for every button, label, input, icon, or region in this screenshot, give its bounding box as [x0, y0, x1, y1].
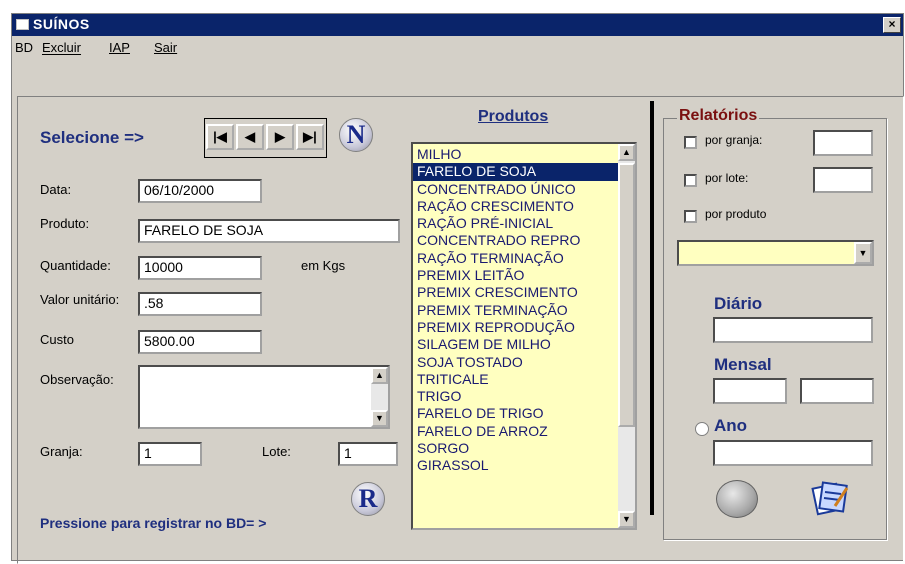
produtos-list[interactable]: MILHO FARELO DE SOJA CONCENTRADO ÚNICO RAÇÃ…: [411, 142, 637, 530]
list-item[interactable]: RAÇÃO PRÉ-INICIAL: [413, 215, 618, 232]
mensal-month-field[interactable]: [713, 378, 787, 404]
mensal-label: Mensal: [714, 355, 772, 374]
list-item[interactable]: SORGO: [413, 440, 618, 457]
data-label: Data:: [40, 182, 72, 197]
menu-excluir[interactable]: Excluir: [42, 40, 81, 55]
register-button[interactable]: R: [351, 482, 385, 516]
relatorios-title: Relatórios: [677, 107, 760, 125]
list-item[interactable]: PREMIX TERMINAÇÃO: [413, 302, 618, 319]
next-record-button[interactable]: ▶: [266, 124, 294, 150]
diario-field[interactable]: [713, 317, 873, 343]
chevron-down-icon[interactable]: ▼: [854, 242, 872, 264]
list-item[interactable]: TRITICALE: [413, 371, 618, 388]
mensal-year-field[interactable]: [800, 378, 874, 404]
menu-sair[interactable]: Sair: [154, 40, 177, 55]
last-record-button[interactable]: ▶|: [296, 124, 324, 150]
prev-record-button[interactable]: ◀: [236, 124, 264, 150]
produto-field[interactable]: FARELO DE SOJA: [138, 219, 400, 243]
data-field[interactable]: 06/10/2000: [138, 179, 262, 203]
vertical-divider: [650, 101, 654, 515]
lote-label: Lote:: [262, 444, 291, 459]
list-item[interactable]: SILAGEM DE MILHO: [413, 336, 618, 353]
granja-field[interactable]: 1: [138, 442, 202, 466]
new-record-button[interactable]: N: [339, 118, 373, 152]
menu-iap[interactable]: IAP: [109, 40, 130, 55]
window-title: SUÍNOS: [33, 16, 90, 32]
list-item[interactable]: MILHO: [413, 146, 618, 163]
por-lote-checkbox[interactable]: [684, 174, 697, 187]
granja-label: Granja:: [40, 444, 83, 459]
produto-label: Produto:: [40, 216, 90, 231]
produto-select[interactable]: ▼: [677, 240, 874, 266]
produtos-title: Produtos: [478, 108, 549, 125]
list-item[interactable]: RAÇÃO CRESCIMENTO: [413, 198, 618, 215]
lote-field[interactable]: 1: [338, 442, 398, 466]
scroll-up-icon[interactable]: ▲: [371, 367, 388, 384]
ano-field[interactable]: [713, 440, 873, 466]
menu-bar: BD Excluir IAP Sair: [12, 37, 903, 57]
globe-icon[interactable]: [716, 480, 758, 518]
por-lote-field[interactable]: [813, 167, 873, 193]
list-item[interactable]: FARELO DE SOJA: [413, 163, 618, 181]
list-item[interactable]: RAÇÃO TERMINAÇÃO: [413, 250, 618, 267]
register-label: Pressione para registrar no BD= >: [40, 515, 267, 531]
first-record-button[interactable]: |◀: [206, 124, 234, 150]
diario-label: Diário: [714, 294, 763, 313]
list-item[interactable]: PREMIX CRESCIMENTO: [413, 284, 618, 301]
list-item[interactable]: PREMIX LEITÃO: [413, 267, 618, 284]
ano-label: Ano: [714, 416, 748, 435]
close-button[interactable]: ×: [883, 17, 901, 33]
scroll-down-icon[interactable]: ▼: [371, 410, 388, 427]
scroll-thumb[interactable]: [618, 163, 635, 427]
list-item[interactable]: CONCENTRADO REPRO: [413, 232, 618, 249]
por-granja-label: por granja:: [705, 133, 763, 147]
ano-radio[interactable]: [695, 422, 709, 436]
list-item[interactable]: GIRASSOL: [413, 457, 618, 474]
custo-label: Custo: [40, 332, 74, 347]
list-item[interactable]: CONCENTRADO ÚNICO: [413, 181, 618, 198]
scroll-down-icon[interactable]: ▼: [618, 511, 635, 528]
title-bar[interactable]: SUÍNOS ×: [12, 14, 903, 36]
valor-unitario-field[interactable]: .58: [138, 292, 262, 316]
quantidade-label: Quantidade:: [40, 258, 111, 273]
list-item[interactable]: FARELO DE TRIGO: [413, 405, 618, 422]
list-item[interactable]: SOJA TOSTADO: [413, 354, 618, 371]
por-granja-checkbox[interactable]: [684, 136, 697, 149]
custo-field[interactable]: 5800.00: [138, 330, 262, 354]
scroll-up-icon[interactable]: ▲: [618, 144, 635, 161]
list-item[interactable]: PREMIX REPRODUÇÃO: [413, 319, 618, 336]
produtos-scrollbar[interactable]: ▲ ▼: [618, 144, 635, 528]
observacao-label: Observação:: [40, 372, 114, 387]
menu-bd[interactable]: BD: [15, 40, 33, 55]
observacao-scrollbar[interactable]: ▲ ▼: [371, 367, 388, 427]
por-lote-label: por lote:: [705, 171, 749, 185]
selecione-label: Selecione =>: [40, 128, 144, 147]
app-icon: [16, 19, 29, 30]
por-granja-field[interactable]: [813, 130, 873, 156]
unit-label: em Kgs: [301, 258, 346, 273]
por-produto-checkbox[interactable]: [684, 210, 697, 223]
quantidade-field[interactable]: 10000: [138, 256, 262, 280]
record-navigator: |◀ ◀ ▶ ▶|: [204, 118, 327, 158]
observacao-field[interactable]: [138, 365, 390, 429]
report-icon[interactable]: [811, 480, 851, 516]
list-item[interactable]: TRIGO: [413, 388, 618, 405]
list-item[interactable]: FARELO DE ARROZ: [413, 423, 618, 440]
por-produto-label: por produto: [705, 207, 767, 221]
valor-unitario-label: Valor unitário:: [40, 292, 120, 307]
